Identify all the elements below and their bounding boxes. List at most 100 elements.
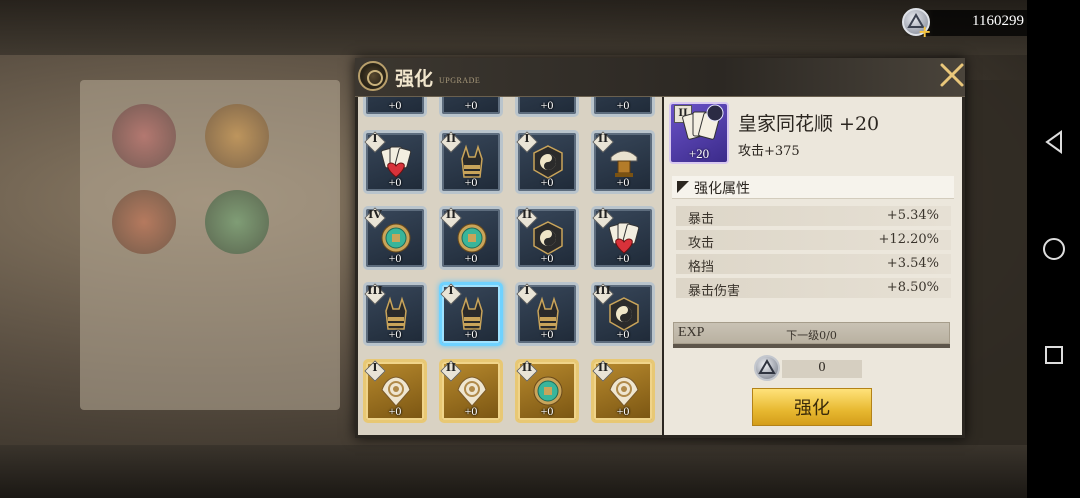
android-nav-bar	[1027, 0, 1080, 498]
back-triangle-icon	[1044, 130, 1062, 154]
background-blur-circle	[205, 190, 269, 254]
equipment-slot[interactable]: II +0	[515, 206, 579, 270]
equipment-slot[interactable]: II +0	[591, 359, 655, 423]
tier-label: II	[521, 208, 533, 221]
attributes-section-header: 强化属性	[672, 176, 954, 199]
recents-square-icon	[1044, 346, 1063, 364]
tier-label: II	[445, 132, 457, 145]
tier-label: I	[524, 284, 530, 297]
equipment-slot[interactable]: III +0	[591, 282, 655, 346]
equipment-slot[interactable]: I +0	[363, 359, 427, 423]
equipment-slot[interactable]: IV +0	[363, 206, 427, 270]
slot-level: +0	[388, 327, 402, 341]
slot-level: +0	[540, 251, 554, 265]
attribute-label: 暴击伤害	[688, 284, 741, 299]
slot-level: +0	[464, 327, 478, 341]
tier-label: II	[597, 208, 609, 221]
close-icon	[940, 63, 964, 87]
attribute-label: 攻击	[688, 236, 715, 251]
equipment-slot[interactable]: I +0	[515, 282, 579, 346]
equipment-slot[interactable]: I +0	[439, 282, 503, 346]
tier-label: I	[448, 284, 454, 297]
equipment-slot[interactable]: II +0	[439, 130, 503, 194]
slot-level: +0	[540, 98, 554, 112]
equipment-slot[interactable]: II +0	[515, 359, 579, 423]
close-button[interactable]	[937, 60, 967, 90]
background-blur-circle	[205, 104, 269, 168]
background-top-bar	[0, 0, 1027, 55]
attribute-row: 格挡 +3.54%	[676, 254, 951, 275]
section-title: 强化属性	[694, 181, 750, 197]
plus-icon[interactable]: +	[918, 22, 931, 41]
equipment-slot[interactable]: II +0	[439, 206, 503, 270]
background-blur-circle	[112, 190, 176, 254]
item-main-stat: 攻击+375	[738, 144, 800, 159]
corner-triangle-icon	[677, 181, 689, 193]
tier-label: I	[372, 361, 378, 374]
tier-label: IV	[368, 208, 382, 221]
tier-label: III	[367, 284, 383, 297]
slot-level: +0	[388, 251, 402, 265]
equipment-grid[interactable]: +0 +0 +0 +0 I +0 II +0 I +0 II +0 IV +0 II +0 II +0 II +0 II…	[358, 97, 662, 435]
slot-level: +0	[464, 175, 478, 189]
item-name: 皇家同花顺 +20	[738, 113, 880, 135]
slot-level: +0	[540, 404, 554, 418]
tier-label: II	[445, 361, 457, 374]
attribute-value: +12.20%	[878, 232, 939, 247]
dialog-title: 强化	[395, 68, 434, 90]
currency-display[interactable]: + 1160299	[902, 8, 1027, 41]
tier-label: II	[597, 361, 609, 374]
equipment-slot[interactable]: II +0	[439, 359, 503, 423]
exp-progress-track	[673, 344, 950, 348]
attribute-row: 暴击 +5.34%	[676, 206, 951, 227]
equipment-slot[interactable]: +0	[363, 97, 427, 117]
equipment-slot[interactable]: III +0	[363, 282, 427, 346]
background-right-panel	[965, 80, 1027, 440]
attribute-value: +8.50%	[886, 280, 939, 295]
dialog-header: 强化 UPGRADE	[355, 58, 965, 97]
slot-level: +0	[616, 327, 630, 341]
tier-label: II	[597, 132, 609, 145]
attribute-label: 格挡	[688, 260, 715, 275]
attribute-label: 暴击	[688, 212, 715, 227]
slot-level: +0	[540, 327, 554, 341]
equipment-slot[interactable]: II +0	[591, 130, 655, 194]
equipment-slot[interactable]: +0	[515, 97, 579, 117]
upgrade-button[interactable]: 强化	[752, 388, 872, 426]
upgrade-dialog: 强化 UPGRADE +0 +0 +0 +0 I +0 II +0 I +0 II +0 IV +0 II +…	[355, 58, 965, 438]
equipment-slot[interactable]: II +0	[591, 206, 655, 270]
recents-button[interactable]	[1027, 335, 1080, 375]
tier-label: I	[372, 132, 378, 145]
home-circle-icon	[1042, 238, 1065, 260]
slot-level: +0	[464, 251, 478, 265]
exp-text: 下一级0/0	[786, 329, 837, 342]
tier-label: II	[521, 361, 533, 374]
home-button[interactable]	[1027, 229, 1080, 269]
equipment-slot[interactable]: I +0	[363, 130, 427, 194]
attribute-row: 暴击伤害 +8.50%	[676, 278, 951, 299]
item-thumbnail[interactable]: II +20	[669, 102, 729, 164]
slot-level: +0	[388, 404, 402, 418]
slot-level: +0	[540, 175, 554, 189]
slot-level: +0	[388, 98, 402, 112]
item-thumb-level: +20	[688, 146, 710, 161]
dialog-subtitle: UPGRADE	[439, 76, 481, 85]
tier-label: I	[524, 132, 530, 145]
slot-level: +0	[616, 404, 630, 418]
tier-label: III	[595, 284, 611, 297]
back-button[interactable]	[1027, 122, 1080, 162]
equipment-slot[interactable]: +0	[591, 97, 655, 117]
background-blur-circle	[112, 104, 176, 168]
attribute-row: 攻击 +12.20%	[676, 230, 951, 251]
slot-level: +0	[464, 404, 478, 418]
equipment-slot[interactable]: +0	[439, 97, 503, 117]
attribute-value: +5.34%	[886, 208, 939, 223]
slot-level: +0	[616, 251, 630, 265]
upgrade-cost: 0	[818, 360, 826, 375]
currency-amount: 1160299	[972, 13, 1024, 29]
slot-level: +0	[388, 175, 402, 189]
slot-level: +0	[616, 175, 630, 189]
tier-label: II	[445, 208, 457, 221]
equipment-slot[interactable]: I +0	[515, 130, 579, 194]
slot-level: +0	[616, 98, 630, 112]
